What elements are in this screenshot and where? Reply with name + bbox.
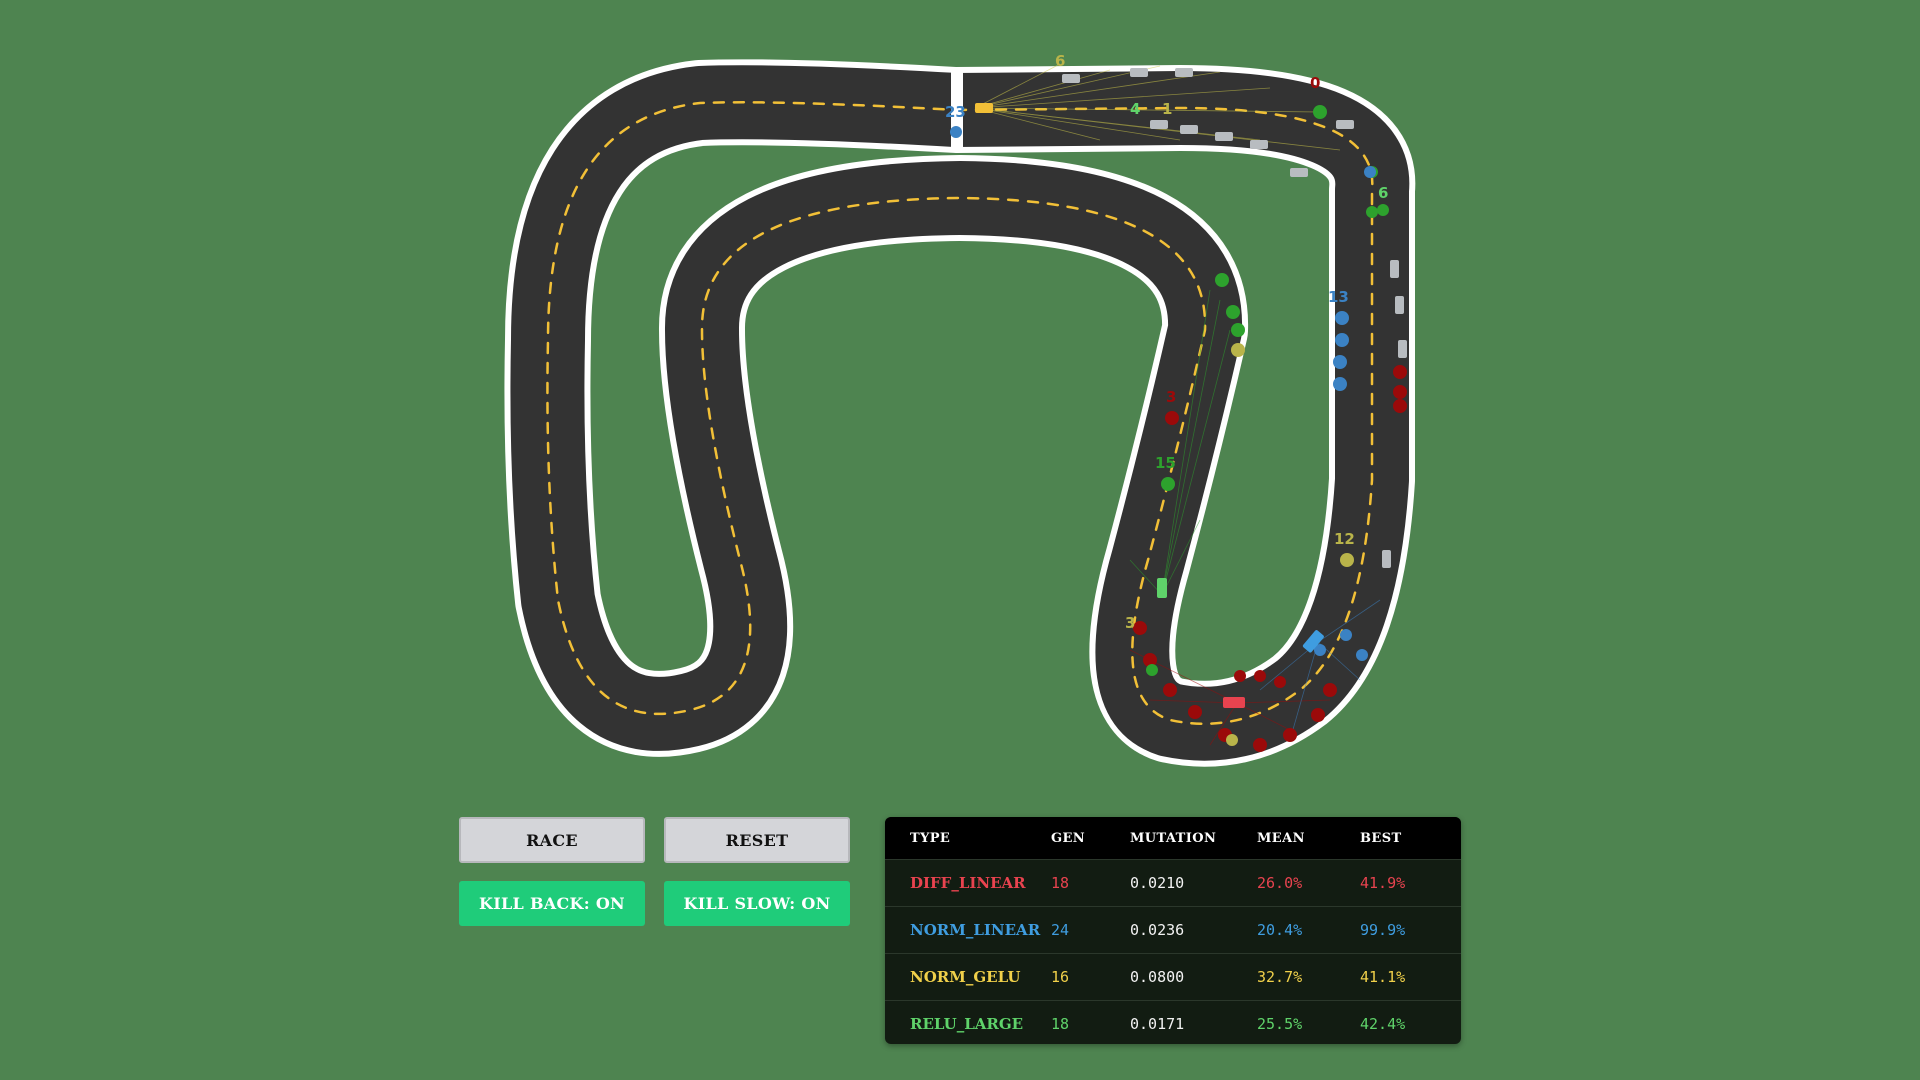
cell-best: 41.9% (1360, 874, 1406, 892)
car-marker (1335, 311, 1349, 325)
car (1223, 697, 1245, 708)
cell-gen: 18 (1051, 874, 1070, 892)
cell-best: 42.4% (1360, 1015, 1406, 1033)
table-row: DIFF_LINEAR 18 0.0210 26.0% 41.9% (885, 859, 1461, 906)
cell-type: NORM_GELU (910, 968, 1021, 986)
cell-gen: 16 (1051, 968, 1070, 986)
cell-gen: 24 (1051, 921, 1070, 939)
car-marker (1226, 305, 1240, 319)
car-label: 15 (1155, 454, 1176, 472)
car-marker (1313, 105, 1327, 119)
car-marker (1340, 553, 1354, 567)
race-track-canvas: 6 23 4 1 0 6 13 3 15 12 3 (504, 52, 1416, 767)
car-label: 6 (1378, 184, 1388, 202)
car-marker (1283, 728, 1297, 742)
car-marker (1377, 204, 1389, 216)
table-row: NORM_LINEAR 24 0.0236 20.4% 99.9% (885, 906, 1461, 953)
cell-type: NORM_LINEAR (910, 921, 1041, 939)
car (1290, 168, 1308, 177)
car-marker (1366, 206, 1378, 218)
car-label: 3 (1166, 388, 1176, 406)
car-marker (1226, 734, 1238, 746)
car-label: 13 (1328, 288, 1349, 306)
header-best: BEST (1360, 830, 1402, 846)
car-label: 0 (1310, 74, 1320, 92)
car-marker (1311, 708, 1325, 722)
car-marker (1333, 355, 1347, 369)
car (1130, 68, 1148, 77)
car-marker (1231, 323, 1245, 337)
car (1157, 578, 1167, 598)
stats-table: TYPE GEN MUTATION MEAN BEST DIFF_LINEAR … (885, 817, 1461, 1044)
car-marker (1215, 273, 1229, 287)
cell-mutation: 0.0210 (1130, 874, 1185, 892)
car-marker (1340, 629, 1352, 641)
car-label: 4 (1130, 100, 1140, 118)
car-label: 3 (1125, 614, 1135, 632)
cell-mutation: 0.0800 (1130, 968, 1185, 986)
header-type: TYPE (910, 830, 951, 846)
cell-best: 41.1% (1360, 968, 1406, 986)
car-marker (1393, 385, 1407, 399)
car-marker (1165, 411, 1179, 425)
car-label: 12 (1334, 530, 1355, 548)
kill-slow-toggle[interactable]: KILL SLOW: ON (664, 881, 850, 926)
cell-best: 99.9% (1360, 921, 1406, 939)
race-track (504, 59, 1416, 767)
car-marker (1254, 670, 1266, 682)
table-row: NORM_GELU 16 0.0800 32.7% 41.1% (885, 953, 1461, 1000)
car-marker (1323, 683, 1337, 697)
table-row: RELU_LARGE 18 0.0171 25.5% 42.4% (885, 1000, 1461, 1044)
car (1215, 132, 1233, 141)
car-marker (1333, 377, 1347, 391)
header-gen: GEN (1051, 830, 1086, 846)
car (975, 103, 993, 113)
car (1390, 260, 1399, 278)
car-marker (1356, 649, 1368, 661)
car (1398, 340, 1407, 358)
car-label: 23 (945, 103, 966, 121)
cell-type: RELU_LARGE (910, 1015, 1024, 1033)
car (1062, 74, 1080, 83)
car-marker (1274, 676, 1286, 688)
header-mutation: MUTATION (1130, 830, 1217, 846)
car-marker (1146, 664, 1158, 676)
race-button[interactable]: RACE (459, 817, 645, 863)
cell-mutation: 0.0171 (1130, 1015, 1185, 1033)
car-marker (950, 126, 962, 138)
car (1175, 68, 1193, 77)
cell-mean: 25.5% (1257, 1015, 1303, 1033)
cell-mean: 20.4% (1257, 921, 1303, 939)
car-marker (1364, 166, 1376, 178)
car (1336, 120, 1354, 129)
car (1250, 140, 1268, 149)
cell-type: DIFF_LINEAR (910, 874, 1026, 892)
car-marker (1231, 343, 1245, 357)
header-mean: MEAN (1257, 830, 1305, 846)
car-marker (1234, 670, 1246, 682)
car-marker (1393, 365, 1407, 379)
car-label: 6 (1055, 52, 1065, 70)
car (1382, 550, 1391, 568)
car (1150, 120, 1168, 129)
cell-mutation: 0.0236 (1130, 921, 1185, 939)
car-marker (1161, 477, 1175, 491)
car-marker (1188, 705, 1202, 719)
car-marker (1335, 333, 1349, 347)
kill-back-toggle[interactable]: KILL BACK: ON (459, 881, 645, 926)
car-marker (1393, 399, 1407, 413)
stats-header-row: TYPE GEN MUTATION MEAN BEST (885, 817, 1461, 859)
cell-mean: 26.0% (1257, 874, 1303, 892)
car-marker (1253, 738, 1267, 752)
car-marker (1163, 683, 1177, 697)
cell-mean: 32.7% (1257, 968, 1303, 986)
car-label: 1 (1162, 100, 1172, 118)
reset-button[interactable]: RESET (664, 817, 850, 863)
car (1180, 125, 1198, 134)
cell-gen: 18 (1051, 1015, 1070, 1033)
car (1395, 296, 1404, 314)
